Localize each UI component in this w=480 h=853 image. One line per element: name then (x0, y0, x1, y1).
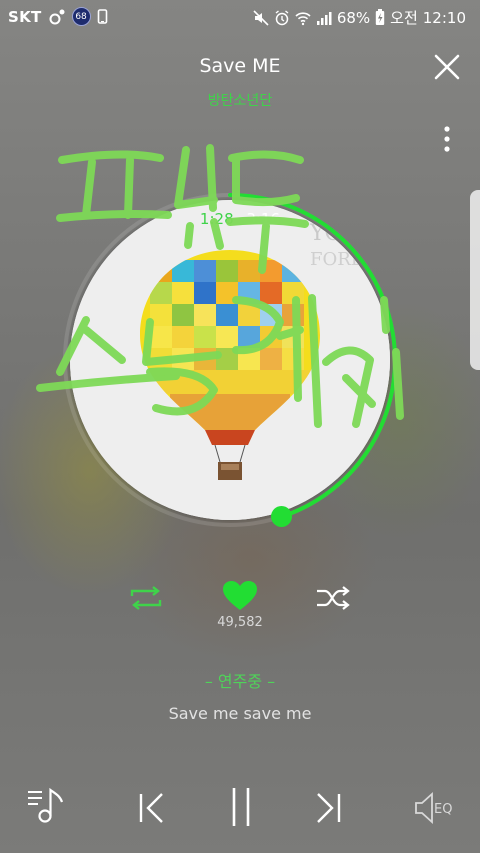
skip-next-icon (317, 793, 341, 823)
album-art[interactable]: YO FOREV (70, 200, 390, 520)
artist-name[interactable]: 방탄소년단 (0, 90, 480, 110)
wifi-icon (295, 11, 311, 25)
battery-charging-icon (375, 9, 385, 25)
shuffle-icon (317, 586, 350, 610)
equalizer-button[interactable]: EQ (414, 790, 460, 826)
phone-status-icon (97, 8, 107, 24)
repeat-icon (130, 586, 162, 610)
music-note-status-icon (49, 9, 65, 24)
mute-icon (253, 9, 269, 26)
shuffle-button[interactable] (315, 585, 351, 611)
more-vertical-icon (444, 126, 450, 152)
more-options-button[interactable] (437, 124, 457, 156)
time-separator: · (237, 210, 243, 228)
status-bar-right: 68% 오전 12:10 (253, 7, 466, 28)
close-button[interactable] (432, 52, 462, 82)
battery-percent: 68% (336, 8, 371, 27)
alarm-icon (275, 9, 289, 25)
now-playing-label: – 연주중 – (204, 672, 276, 691)
repeat-button[interactable] (128, 585, 164, 611)
playback-time: 1:28 · 3:16 (0, 210, 480, 228)
heart-icon (223, 581, 257, 610)
lyric-line[interactable]: Save me save me (0, 704, 480, 723)
close-icon (434, 54, 460, 80)
status-bar-left: SKT 68 (8, 7, 109, 26)
hot-air-balloon-artwork: YO FOREV (70, 200, 390, 520)
status-time: 12:10 (422, 8, 466, 27)
skip-previous-icon (139, 793, 163, 823)
playlist-music-icon (28, 787, 64, 823)
like-button[interactable] (222, 580, 258, 612)
pause-icon (232, 788, 250, 826)
status-bar: SKT 68 68% 오전 12:10 (0, 0, 480, 34)
next-button[interactable] (314, 790, 344, 826)
song-title: Save ME (199, 55, 281, 77)
svg-text:EQ: EQ (434, 802, 452, 817)
previous-button[interactable] (136, 790, 166, 826)
total-time: 3:16 (246, 210, 281, 228)
status-time-ampm: 오전 (390, 9, 418, 27)
pause-button[interactable] (226, 786, 256, 828)
elapsed-time: 1:28 (199, 210, 234, 228)
notification-badge: 68 (71, 7, 91, 26)
signal-icon (316, 11, 332, 25)
playlist-button[interactable] (26, 786, 66, 826)
carrier-label: SKT (8, 7, 42, 26)
equalizer-speaker-icon: EQ (415, 791, 452, 825)
like-count: 49,582 (217, 615, 263, 630)
